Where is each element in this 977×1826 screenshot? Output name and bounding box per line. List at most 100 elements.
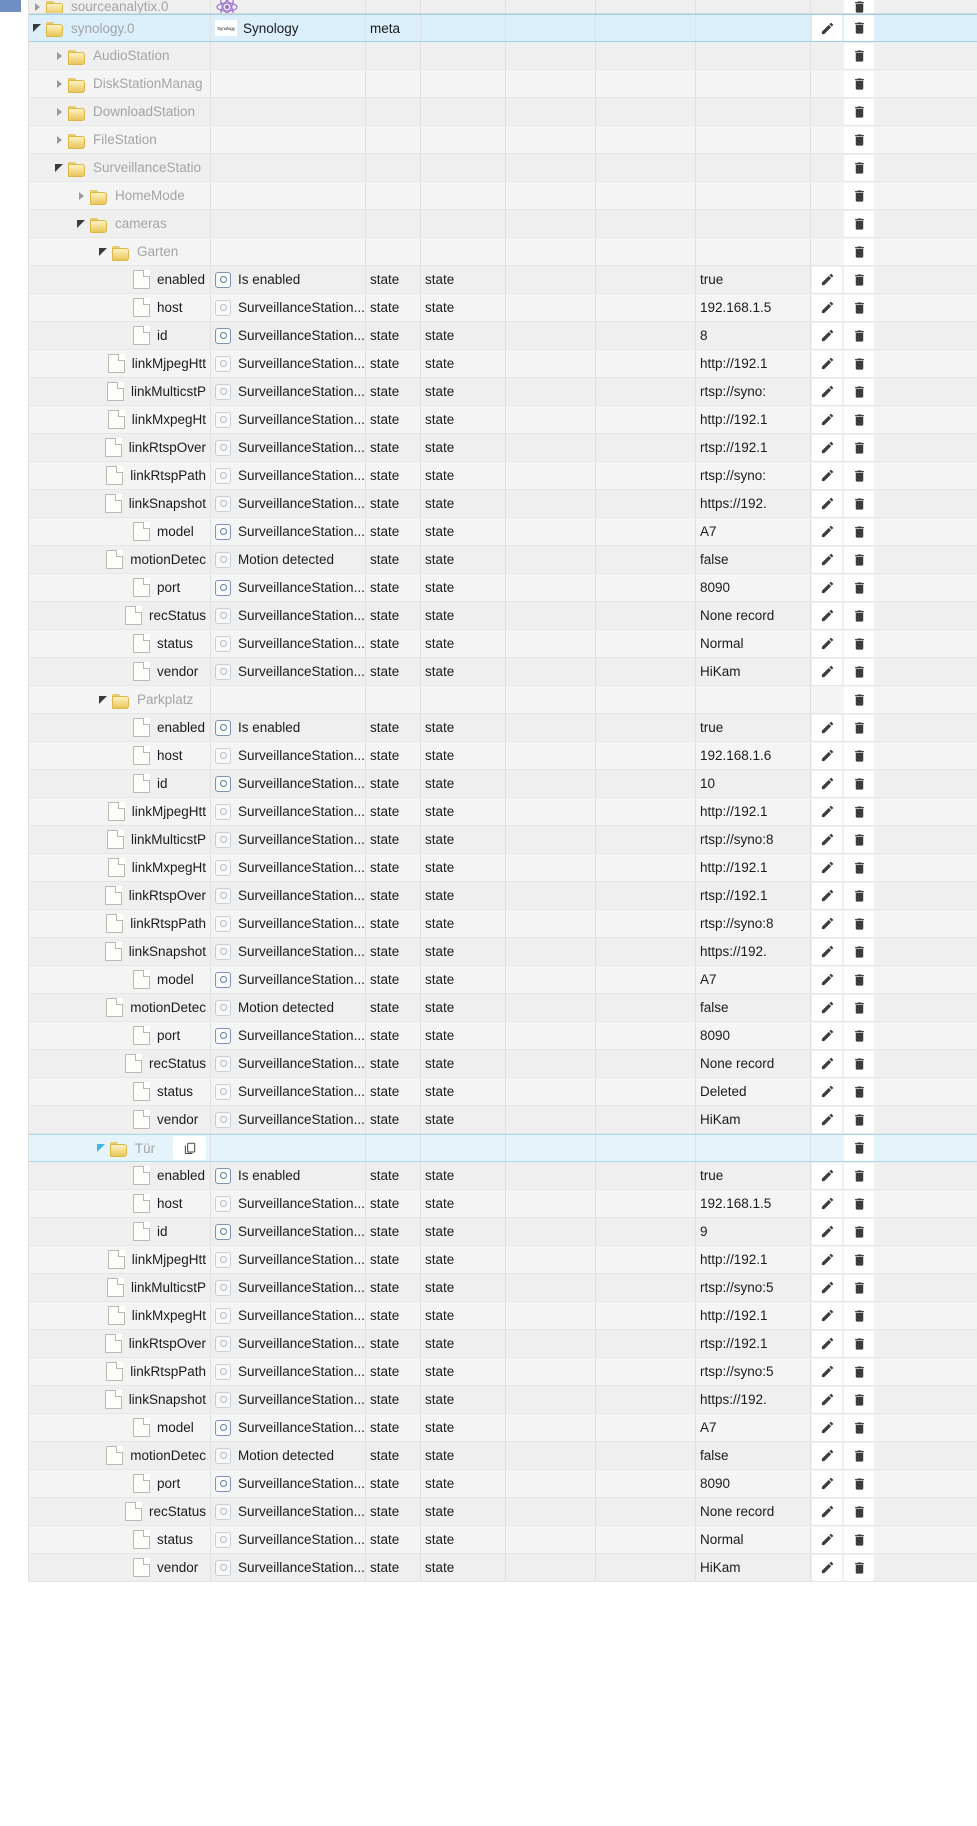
row-actions-cell[interactable] bbox=[811, 1078, 874, 1105]
object-value-cell[interactable]: rtsp://syno:8 bbox=[696, 910, 811, 937]
table-row[interactable]: linkMxpegHt SurveillanceStation.... state s… bbox=[29, 854, 977, 882]
object-name-cell[interactable]: linkSnapshot bbox=[29, 1386, 211, 1413]
object-value-cell[interactable] bbox=[696, 154, 811, 181]
object-value-cell[interactable]: None record bbox=[696, 602, 811, 629]
object-value-cell[interactable]: rtsp://192.1 bbox=[696, 1330, 811, 1357]
row-actions-cell[interactable] bbox=[811, 854, 874, 881]
row-actions-cell[interactable] bbox=[811, 1330, 874, 1357]
object-name-cell[interactable]: linkMjpegHtt bbox=[29, 798, 211, 825]
object-name-cell[interactable]: id bbox=[29, 322, 211, 349]
row-actions-cell[interactable] bbox=[811, 406, 874, 433]
table-row[interactable]: linkMjpegHtt SurveillanceStation.... state… bbox=[29, 1246, 977, 1274]
row-actions-cell[interactable] bbox=[811, 714, 874, 741]
row-actions-cell[interactable] bbox=[811, 15, 874, 41]
tree-row[interactable]: Tür bbox=[29, 1134, 977, 1162]
row-actions-cell[interactable] bbox=[811, 490, 874, 517]
object-name-cell[interactable]: linkRtspOver bbox=[29, 434, 211, 461]
table-row[interactable]: port SurveillanceStation.... state state 809… bbox=[29, 1022, 977, 1050]
object-value-cell[interactable]: Deleted bbox=[696, 1078, 811, 1105]
row-actions-cell[interactable] bbox=[811, 294, 874, 321]
delete-object-button[interactable] bbox=[844, 378, 874, 405]
table-row[interactable]: enabled Is enabled state state true bbox=[29, 714, 977, 742]
object-value-cell[interactable]: A7 bbox=[696, 966, 811, 993]
object-value-cell[interactable]: http://192.1 bbox=[696, 406, 811, 433]
object-name-cell[interactable]: Parkplatz bbox=[29, 686, 211, 713]
tree-row[interactable]: SurveillanceStatio bbox=[29, 154, 977, 182]
object-value-cell[interactable]: http://192.1 bbox=[696, 854, 811, 881]
table-row[interactable]: recStatus SurveillanceStation.... state sta… bbox=[29, 602, 977, 630]
edit-object-button[interactable] bbox=[812, 518, 842, 545]
object-name-cell[interactable]: vendor bbox=[29, 1106, 211, 1133]
object-name-cell[interactable]: linkMxpegHt bbox=[29, 1302, 211, 1329]
delete-object-button[interactable] bbox=[844, 406, 874, 433]
delete-object-button[interactable] bbox=[844, 126, 874, 153]
chevron-right-icon[interactable] bbox=[29, 2, 45, 11]
row-actions-cell[interactable] bbox=[811, 126, 874, 153]
object-name-cell[interactable]: linkMulticstP bbox=[29, 1274, 211, 1301]
table-row[interactable]: vendor SurveillanceStation.... state state H… bbox=[29, 658, 977, 686]
table-row[interactable]: status SurveillanceStation.... state state N… bbox=[29, 1526, 977, 1554]
object-value-cell[interactable]: 192.168.1.5 bbox=[696, 1190, 811, 1217]
edit-object-button[interactable] bbox=[812, 882, 842, 909]
delete-object-button[interactable] bbox=[844, 238, 874, 265]
delete-object-button[interactable] bbox=[844, 350, 874, 377]
delete-object-button[interactable] bbox=[844, 434, 874, 461]
object-value-cell[interactable]: 8090 bbox=[696, 574, 811, 601]
object-name-cell[interactable]: linkRtspOver bbox=[29, 882, 211, 909]
object-name-cell[interactable]: AudioStation bbox=[29, 42, 211, 69]
row-actions-cell[interactable] bbox=[811, 798, 874, 825]
object-name-cell[interactable]: model bbox=[29, 518, 211, 545]
object-value-cell[interactable]: rtsp://syno: bbox=[696, 378, 811, 405]
object-name-cell[interactable]: motionDetec bbox=[29, 1442, 211, 1469]
row-actions-cell[interactable] bbox=[811, 882, 874, 909]
table-row[interactable]: motionDetec Motion detected state state fals… bbox=[29, 546, 977, 574]
table-row[interactable]: status SurveillanceStation.... state state D… bbox=[29, 1078, 977, 1106]
table-row[interactable]: linkMxpegHt SurveillanceStation.... state s… bbox=[29, 406, 977, 434]
row-actions-cell[interactable] bbox=[811, 1302, 874, 1329]
row-actions-cell[interactable] bbox=[811, 322, 874, 349]
row-actions-cell[interactable] bbox=[811, 1190, 874, 1217]
object-value-cell[interactable]: true bbox=[696, 714, 811, 741]
object-value-cell[interactable]: 192.168.1.5 bbox=[696, 294, 811, 321]
edit-object-button[interactable] bbox=[812, 1526, 842, 1553]
object-name-cell[interactable]: port bbox=[29, 574, 211, 601]
row-actions-cell[interactable] bbox=[811, 1414, 874, 1441]
delete-object-button[interactable] bbox=[844, 182, 874, 209]
object-value-cell[interactable] bbox=[696, 686, 811, 713]
object-value-cell[interactable]: rtsp://192.1 bbox=[696, 882, 811, 909]
edit-object-button[interactable] bbox=[812, 1022, 842, 1049]
copy-id-button[interactable] bbox=[173, 1136, 206, 1160]
object-value-cell[interactable]: None record bbox=[696, 1050, 811, 1077]
row-actions-cell[interactable] bbox=[811, 434, 874, 461]
object-value-cell[interactable] bbox=[696, 15, 811, 41]
object-value-cell[interactable]: rtsp://syno:5 bbox=[696, 1274, 811, 1301]
row-actions-cell[interactable] bbox=[811, 98, 874, 125]
delete-object-button[interactable] bbox=[844, 1218, 874, 1245]
object-name-cell[interactable]: id bbox=[29, 1218, 211, 1245]
object-value-cell[interactable]: http://192.1 bbox=[696, 350, 811, 377]
delete-object-button[interactable] bbox=[844, 882, 874, 909]
table-row[interactable]: linkMulticstP SurveillanceStation.... stat… bbox=[29, 1274, 977, 1302]
table-row[interactable]: linkMjpegHtt SurveillanceStation.... state… bbox=[29, 350, 977, 378]
tree-row[interactable]: Garten bbox=[29, 238, 977, 266]
delete-object-button[interactable] bbox=[844, 1386, 874, 1413]
object-name-cell[interactable]: port bbox=[29, 1022, 211, 1049]
object-value-cell[interactable] bbox=[696, 238, 811, 265]
row-actions-cell[interactable] bbox=[811, 1470, 874, 1497]
object-name-cell[interactable]: linkMulticstP bbox=[29, 378, 211, 405]
object-name-cell[interactable]: model bbox=[29, 1414, 211, 1441]
object-name-cell[interactable]: DownloadStation bbox=[29, 98, 211, 125]
object-name-cell[interactable]: sourceanalytix.0 bbox=[29, 0, 211, 13]
object-name-cell[interactable]: SurveillanceStatio bbox=[29, 154, 211, 181]
edit-object-button[interactable] bbox=[812, 1190, 842, 1217]
object-value-cell[interactable] bbox=[696, 70, 811, 97]
delete-object-button[interactable] bbox=[844, 1106, 874, 1133]
object-value-cell[interactable]: https://192. bbox=[696, 938, 811, 965]
tree-row[interactable]: HomeMode bbox=[29, 182, 977, 210]
edit-object-button[interactable] bbox=[812, 1162, 842, 1189]
table-row[interactable]: motionDetec Motion detected state state fals… bbox=[29, 1442, 977, 1470]
row-actions-cell[interactable] bbox=[811, 518, 874, 545]
table-row[interactable]: host SurveillanceStation.... state state 192… bbox=[29, 1190, 977, 1218]
object-name-cell[interactable]: Tür bbox=[29, 1135, 211, 1161]
tree-row[interactable]: sourceanalytix.0 bbox=[29, 0, 977, 14]
